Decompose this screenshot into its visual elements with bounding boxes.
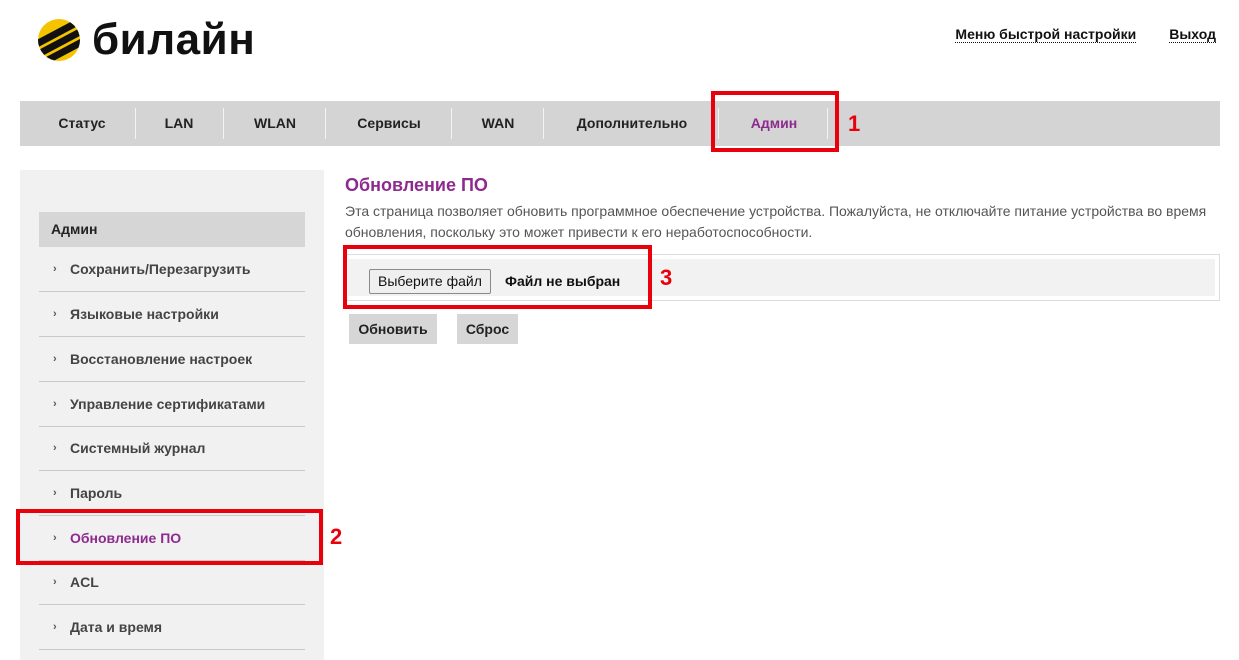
annotation-number-2: 2	[330, 524, 343, 549]
chevron-right-icon: ›	[53, 442, 57, 454]
sidebar-item-save-reboot[interactable]: › Сохранить/Перезагрузить	[39, 247, 305, 292]
sidebar-item-acl[interactable]: › ACL	[39, 560, 305, 605]
sidebar-item-syslog[interactable]: › Системный журнал	[39, 426, 305, 471]
nav-divider	[543, 108, 544, 139]
sidebar-heading: Админ	[39, 212, 305, 247]
nav-divider	[135, 108, 136, 139]
reset-button[interactable]: Сброс	[457, 314, 518, 344]
update-button[interactable]: Обновить	[349, 314, 437, 344]
nav-tab-wan[interactable]: WAN	[460, 101, 536, 146]
nav-tab-status[interactable]: Статус	[38, 101, 126, 146]
annotation-number-1: 1	[848, 111, 861, 136]
nav-divider	[451, 108, 452, 139]
sidebar-item-label: Системный журнал	[70, 440, 206, 456]
chevron-right-icon: ›	[53, 398, 57, 410]
sidebar-item-restore[interactable]: › Восстановление настроек	[39, 337, 305, 382]
annotation-box-1	[711, 91, 839, 152]
nav-tab-services[interactable]: Сервисы	[334, 101, 444, 146]
chevron-right-icon: ›	[53, 621, 57, 633]
sidebar-item-label: Дата и время	[70, 619, 163, 635]
main-nav: Статус LAN WLAN Сервисы WAN Дополнительн…	[20, 101, 1220, 146]
sidebar-item-label: ACL	[70, 574, 99, 590]
nav-tab-wlan[interactable]: WLAN	[232, 101, 318, 146]
page-description: Эта страница позволяет обновить программ…	[345, 203, 1207, 240]
logo-mark-icon	[38, 19, 80, 61]
chevron-right-icon: ›	[53, 308, 57, 320]
logout-link[interactable]: Выход	[1169, 26, 1216, 43]
nav-divider	[325, 108, 326, 139]
chevron-right-icon: ›	[53, 353, 57, 365]
sidebar-item-language[interactable]: › Языковые настройки	[39, 292, 305, 337]
chevron-right-icon: ›	[53, 263, 57, 275]
logo-text: билайн	[92, 15, 256, 64]
sidebar-item-certificates[interactable]: › Управление сертификатами	[39, 382, 305, 427]
annotation-box-3	[343, 245, 652, 309]
page-title: Обновление ПО	[345, 175, 488, 195]
nav-divider	[223, 108, 224, 139]
chevron-right-icon: ›	[53, 576, 57, 588]
sidebar-item-label: Сохранить/Перезагрузить	[70, 261, 251, 277]
sidebar: Админ › Сохранить/Перезагрузить › Языковые…	[20, 170, 324, 660]
annotation-box-2	[16, 509, 323, 565]
sidebar-item-label: Восстановление настроек	[70, 351, 253, 367]
sidebar-item-date-time[interactable]: › Дата и время	[39, 605, 305, 650]
beeline-logo[interactable]: билайн	[38, 14, 255, 66]
sidebar-item-label: Языковые настройки	[70, 306, 219, 322]
annotation-number-3: 3	[660, 265, 673, 290]
sidebar-item-label: Пароль	[70, 485, 123, 501]
sidebar-item-label: Управление сертификатами	[70, 396, 266, 412]
nav-tab-advanced[interactable]: Дополнительно	[552, 101, 712, 146]
nav-tab-lan[interactable]: LAN	[144, 101, 214, 146]
top-links: Меню быстрой настройки Выход	[955, 26, 1216, 43]
quick-setup-link[interactable]: Меню быстрой настройки	[955, 26, 1137, 43]
